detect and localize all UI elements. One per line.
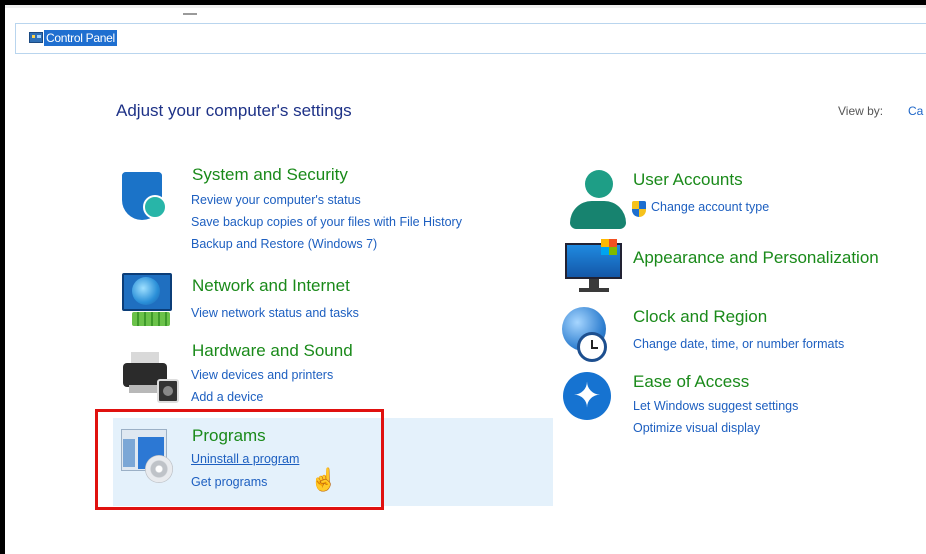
title-bar-strip: [5, 5, 926, 8]
accessibility-icon[interactable]: ✦: [563, 372, 611, 420]
link-devices-printers[interactable]: View devices and printers: [191, 368, 333, 382]
view-by-label: View by:: [838, 104, 884, 118]
monitor-stand-icon: [589, 279, 599, 288]
category-hardware-and-sound[interactable]: Hardware and Sound: [192, 341, 353, 361]
category-appearance-personalization[interactable]: Appearance and Personalization: [633, 248, 879, 268]
category-user-accounts[interactable]: User Accounts: [633, 170, 743, 190]
category-system-and-security[interactable]: System and Security: [192, 165, 348, 185]
link-add-device[interactable]: Add a device: [191, 390, 263, 404]
hand-cursor-icon: ☝: [310, 467, 338, 492]
link-change-date-formats[interactable]: Change date, time, or number formats: [633, 337, 844, 351]
page-heading: Adjust your computer's settings: [116, 101, 352, 120]
windows-tiles-icon: [601, 239, 617, 255]
link-network-status[interactable]: View network status and tasks: [191, 306, 359, 320]
link-optimize-display[interactable]: Optimize visual display: [633, 421, 760, 435]
address-bar-text[interactable]: Control Panel: [44, 30, 117, 46]
link-review-status[interactable]: Review your computer's status: [191, 193, 361, 207]
user-icon[interactable]: [585, 170, 613, 198]
speaker-icon: [157, 379, 179, 403]
network-globe-icon: [132, 277, 160, 305]
category-network-and-internet[interactable]: Network and Internet: [192, 276, 350, 296]
category-ease-of-access[interactable]: Ease of Access: [633, 372, 749, 392]
user-body-icon: [570, 201, 626, 229]
category-clock-and-region[interactable]: Clock and Region: [633, 307, 767, 327]
view-by-dropdown[interactable]: Ca: [908, 104, 923, 118]
link-windows-suggest[interactable]: Let Windows suggest settings: [633, 399, 798, 413]
address-bar[interactable]: Control Panel: [15, 23, 926, 54]
link-change-account-type[interactable]: Change account type: [651, 200, 769, 214]
annotation-highlight-box: [95, 409, 384, 510]
clock-icon: [577, 332, 607, 362]
control-panel-icon: [29, 32, 43, 43]
network-cable-icon: [132, 312, 170, 326]
shield-badge-icon: [143, 195, 167, 219]
link-file-history[interactable]: Save backup copies of your files with Fi…: [191, 215, 462, 229]
monitor-base-icon: [579, 288, 609, 292]
title-bar-mark: [183, 13, 197, 15]
uac-shield-icon: [632, 201, 646, 217]
control-panel-window: Control Panel Adjust your computer's set…: [5, 5, 926, 554]
link-backup-restore[interactable]: Backup and Restore (Windows 7): [191, 237, 377, 251]
